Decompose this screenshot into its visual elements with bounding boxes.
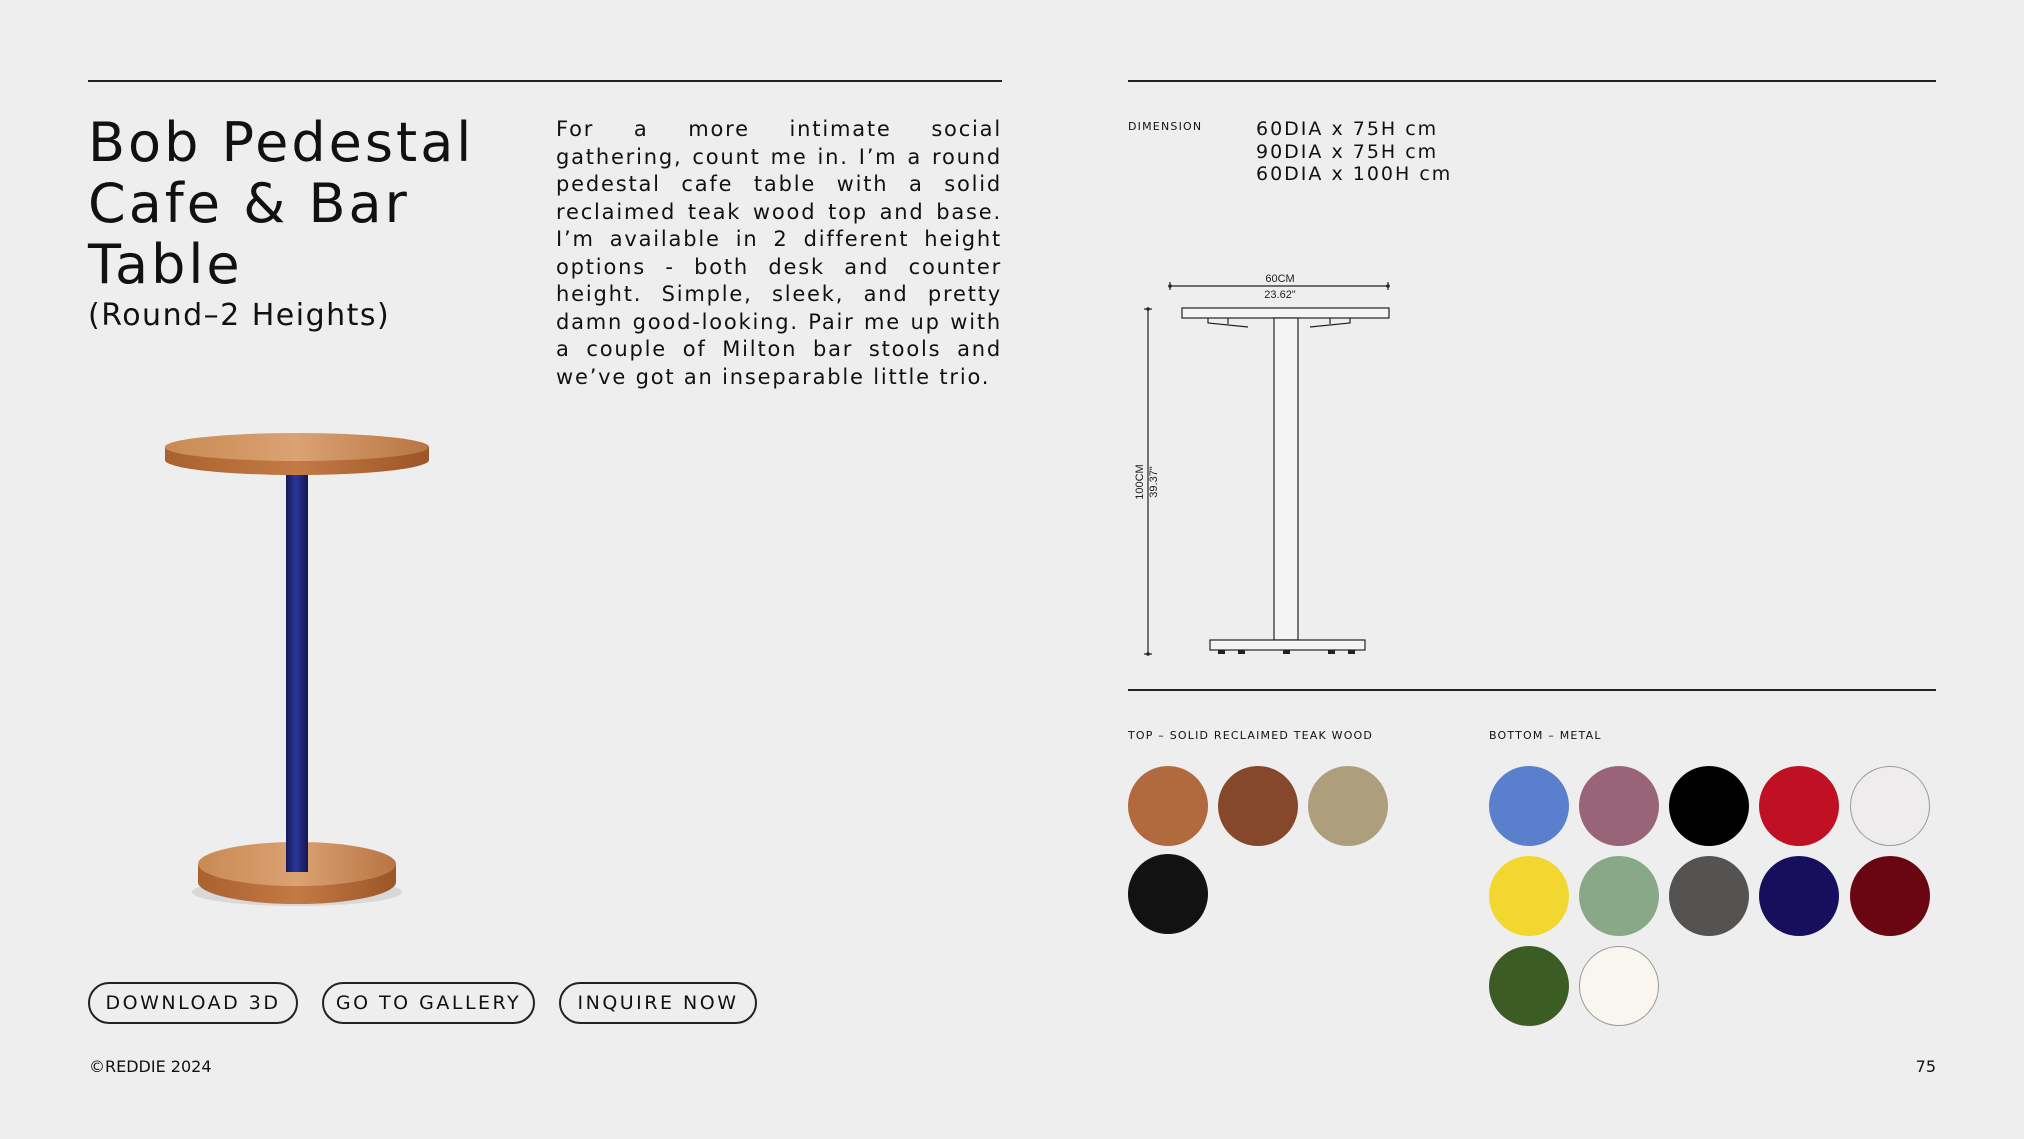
product-photo [165, 433, 429, 906]
dimension-drawing: 60CM 23.62" 100CM 39.37" [1134, 273, 1390, 656]
swatch-metal[interactable] [1579, 946, 1659, 1026]
dimension-option: 60DIA x 75H cm [1256, 118, 1439, 140]
swatch-metal[interactable] [1579, 856, 1659, 936]
top-rule-left [88, 80, 1002, 82]
copyright: ©REDDIE 2024 [89, 1057, 212, 1076]
top-rule-right [1128, 80, 1936, 82]
drawing-height-in: 39.37" [1148, 466, 1160, 498]
drawing-width-cm: 60CM [1265, 273, 1294, 285]
top-finish-label: TOP – SOLID RECLAIMED TEAK WOOD [1128, 729, 1374, 742]
swatch-metal[interactable] [1759, 856, 1839, 936]
download-3d-button[interactable]: DOWNLOAD 3D [88, 982, 298, 1024]
drawing-width-in: 23.62" [1264, 289, 1296, 301]
swatch-metal[interactable] [1489, 946, 1569, 1026]
swatch-metal[interactable] [1850, 766, 1930, 846]
inquire-now-button[interactable]: INQUIRE NOW [559, 982, 757, 1024]
middle-rule-right [1128, 689, 1936, 691]
go-to-gallery-button[interactable]: GO TO GALLERY [322, 982, 535, 1024]
bottom-finish-label: BOTTOM – METAL [1489, 729, 1602, 742]
page-number: 75 [1915, 1057, 1936, 1076]
dimension-label: DIMENSION [1128, 120, 1203, 133]
swatch-wood[interactable] [1308, 766, 1388, 846]
swatch-wood[interactable] [1128, 766, 1208, 846]
swatch-metal[interactable] [1850, 856, 1930, 936]
swatch-metal[interactable] [1759, 766, 1839, 846]
product-description: For a more intimate social gathering, co… [556, 117, 1002, 389]
swatch-metal[interactable] [1489, 856, 1569, 936]
page-subtitle: (Round–2 Heights) [88, 298, 391, 333]
dimension-option: 60DIA x 100H cm [1256, 163, 1453, 185]
swatch-wood[interactable] [1218, 766, 1298, 846]
drawing-height-cm: 100CM [1134, 464, 1146, 499]
page-title: Bob Pedestal Cafe & Bar Table [88, 111, 475, 296]
dimension-list: 60DIA x 75H cm 90DIA x 75H cm 60DIA x 10… [1256, 118, 1452, 186]
swatch-metal[interactable] [1669, 766, 1749, 846]
swatch-metal[interactable] [1489, 766, 1569, 846]
dimension-option: 90DIA x 75H cm [1256, 140, 1439, 163]
swatch-metal[interactable] [1579, 766, 1659, 846]
swatch-metal[interactable] [1669, 856, 1749, 936]
swatch-wood[interactable] [1128, 854, 1208, 934]
